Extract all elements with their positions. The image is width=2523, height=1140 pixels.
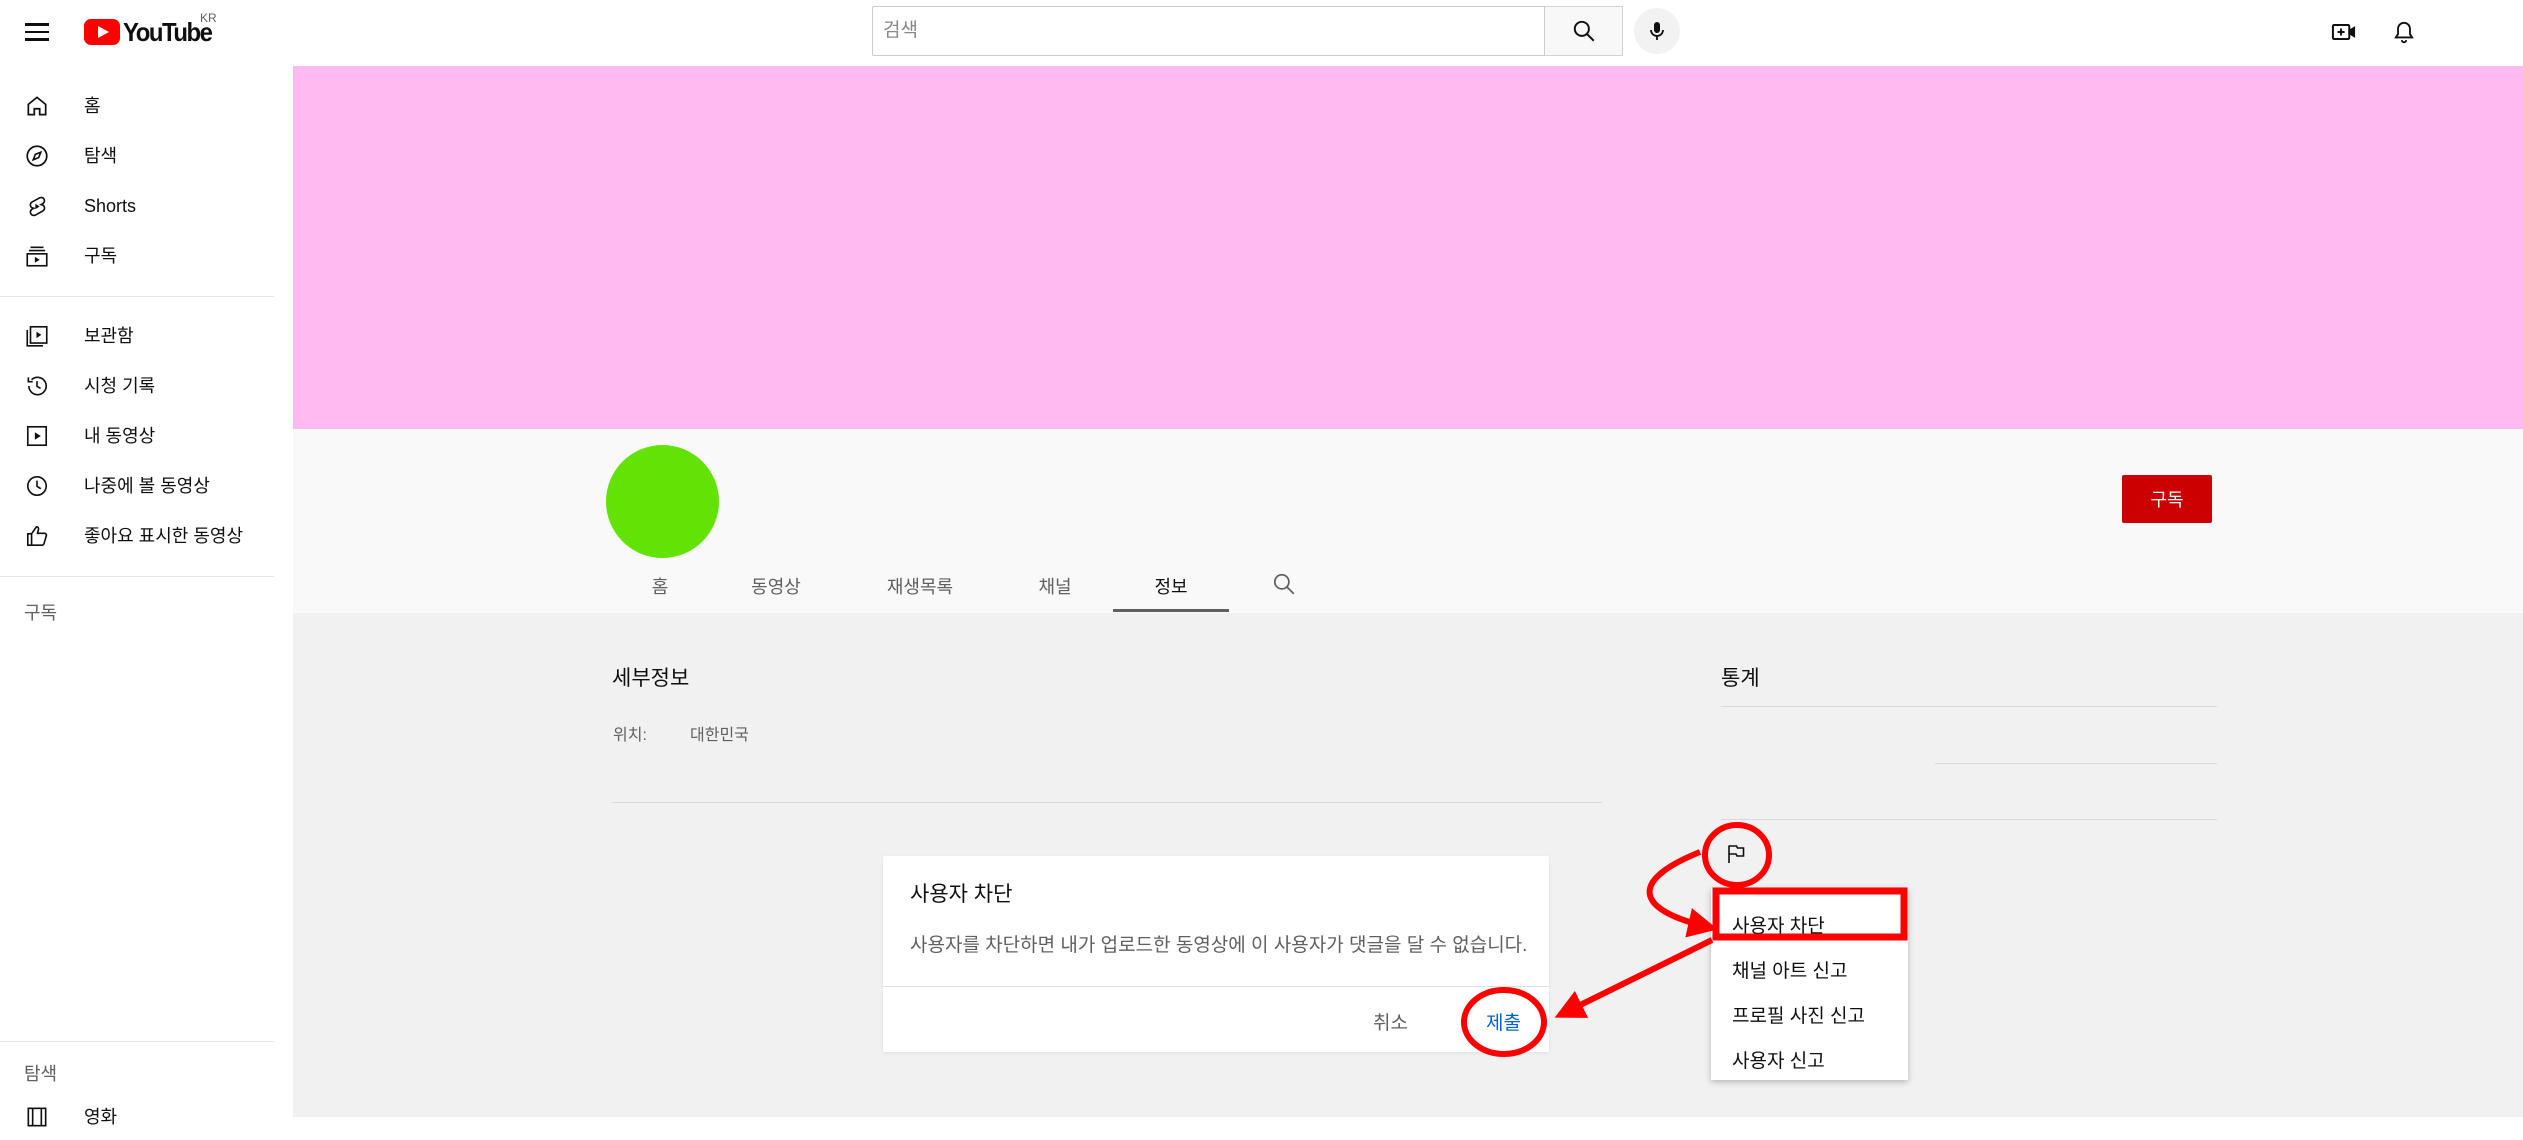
details-title: 세부정보 [612, 667, 690, 690]
tab-playlists[interactable]: 재생목록 [875, 560, 965, 612]
compass-icon [26, 145, 48, 167]
subscriptions-heading: 구독 [24, 603, 58, 623]
tab-home[interactable]: 홈 [640, 560, 680, 612]
stats-divider [1935, 763, 2217, 764]
sidebar-item-label: 좋아요 표시한 동영상 [84, 526, 244, 546]
explore-heading: 탐색 [24, 1064, 58, 1084]
home-icon [27, 96, 47, 116]
dialog-body: 사용자를 차단하면 내가 업로드한 동영상에 이 사용자가 댓글을 달 수 없습… [910, 935, 1528, 956]
tab-channels[interactable]: 채널 [1030, 560, 1080, 612]
location-value: 대한민국 [690, 727, 749, 744]
stats-divider [1721, 819, 2217, 820]
sidebar: 홈 탐색 Shorts 구독 보관함 시청 기록 내 동영상 나중에 볼 동영상… [0, 66, 293, 1127]
sidebar-item-explore[interactable]: 탐색 [0, 131, 274, 179]
sidebar-item-label: 내 동영상 [84, 426, 156, 446]
details-divider [612, 802, 1602, 803]
sidebar-item-subscriptions[interactable]: 구독 [0, 231, 274, 279]
sidebar-item-label: 구독 [84, 246, 118, 266]
tab-about[interactable]: 정보 [1113, 560, 1229, 612]
watch-later-icon [26, 475, 48, 497]
tab-videos[interactable]: 동영상 [740, 560, 812, 612]
channel-search-button[interactable] [1268, 568, 1300, 600]
video-add-icon [2331, 24, 2356, 40]
active-tab-indicator [1113, 609, 1229, 612]
search-icon [1273, 573, 1295, 595]
stats-divider [1721, 706, 2217, 707]
voice-search-button[interactable] [1634, 8, 1680, 54]
youtube-logo[interactable]: YouTube [84, 16, 219, 47]
report-button[interactable] [1716, 834, 1756, 874]
menu-item-block-user[interactable]: 사용자 차단 [1732, 911, 1825, 938]
stats-title: 통계 [1721, 667, 1760, 690]
sidebar-item-liked-videos[interactable]: 좋아요 표시한 동영상 [0, 511, 274, 559]
sidebar-item-label: 보관함 [84, 326, 134, 346]
library-icon [26, 325, 48, 347]
microphone-icon [1650, 22, 1664, 40]
channel-avatar [606, 445, 719, 558]
like-icon [26, 525, 48, 547]
menu-item-report-channel-art[interactable]: 채널 아트 신고 [1732, 956, 1847, 983]
sidebar-item-label: 탐색 [84, 146, 118, 166]
submit-button[interactable]: 제출 [1486, 1008, 1521, 1035]
sidebar-item-library[interactable]: 보관함 [0, 311, 274, 359]
sidebar-item-home[interactable]: 홈 [0, 81, 274, 129]
top-bar: YouTube KR [0, 0, 2523, 66]
channel-banner [293, 66, 2523, 429]
region-code: KR [200, 11, 217, 25]
subscriptions-icon [26, 246, 48, 267]
my-videos-icon [26, 425, 48, 447]
logo-text: YouTube [123, 16, 213, 47]
cancel-button[interactable]: 취소 [1373, 1008, 1408, 1035]
sidebar-item-label: 영화 [84, 1107, 118, 1127]
dialog-title: 사용자 차단 [910, 883, 1013, 906]
menu-item-report-user[interactable]: 사용자 신고 [1732, 1046, 1825, 1073]
sidebar-divider [0, 576, 274, 577]
sidebar-item-watch-later[interactable]: 나중에 볼 동영상 [0, 461, 274, 509]
sidebar-item-label: 나중에 볼 동영상 [84, 476, 210, 496]
shorts-icon [29, 196, 46, 217]
block-user-dialog: 사용자 차단 사용자를 차단하면 내가 업로드한 동영상에 이 사용자가 댓글을… [883, 856, 1549, 1052]
bell-icon [2394, 21, 2414, 44]
sidebar-item-label: 홈 [84, 96, 101, 116]
youtube-play-icon [84, 19, 120, 45]
subscribe-button[interactable]: 구독 [2122, 475, 2212, 523]
search-input[interactable] [873, 7, 1544, 55]
search-icon [1573, 20, 1594, 42]
sidebar-item-shorts[interactable]: Shorts [0, 182, 274, 230]
sidebar-item-movies[interactable]: 영화 [0, 1092, 274, 1140]
search-box [872, 6, 1545, 56]
dialog-divider [883, 986, 1549, 987]
report-menu: 사용자 차단 채널 아트 신고 프로필 사진 신고 사용자 신고 [1711, 888, 1908, 1080]
create-button[interactable] [2324, 12, 2364, 52]
sidebar-item-label: Shorts [84, 195, 137, 216]
sidebar-divider [0, 296, 274, 297]
sidebar-item-label: 시청 기록 [84, 376, 156, 396]
sidebar-item-history[interactable]: 시청 기록 [0, 361, 274, 409]
menu-icon[interactable] [22, 18, 52, 48]
sidebar-divider [0, 1041, 274, 1042]
sidebar-item-my-videos[interactable]: 내 동영상 [0, 411, 274, 459]
search-button[interactable] [1545, 6, 1623, 56]
notifications-button[interactable] [2384, 12, 2424, 52]
location-label: 위치: [613, 727, 647, 744]
menu-item-report-profile-picture[interactable]: 프로필 사진 신고 [1732, 1001, 1865, 1028]
movie-icon [27, 1107, 47, 1127]
flag-icon [1728, 845, 1745, 863]
history-icon [27, 376, 47, 396]
